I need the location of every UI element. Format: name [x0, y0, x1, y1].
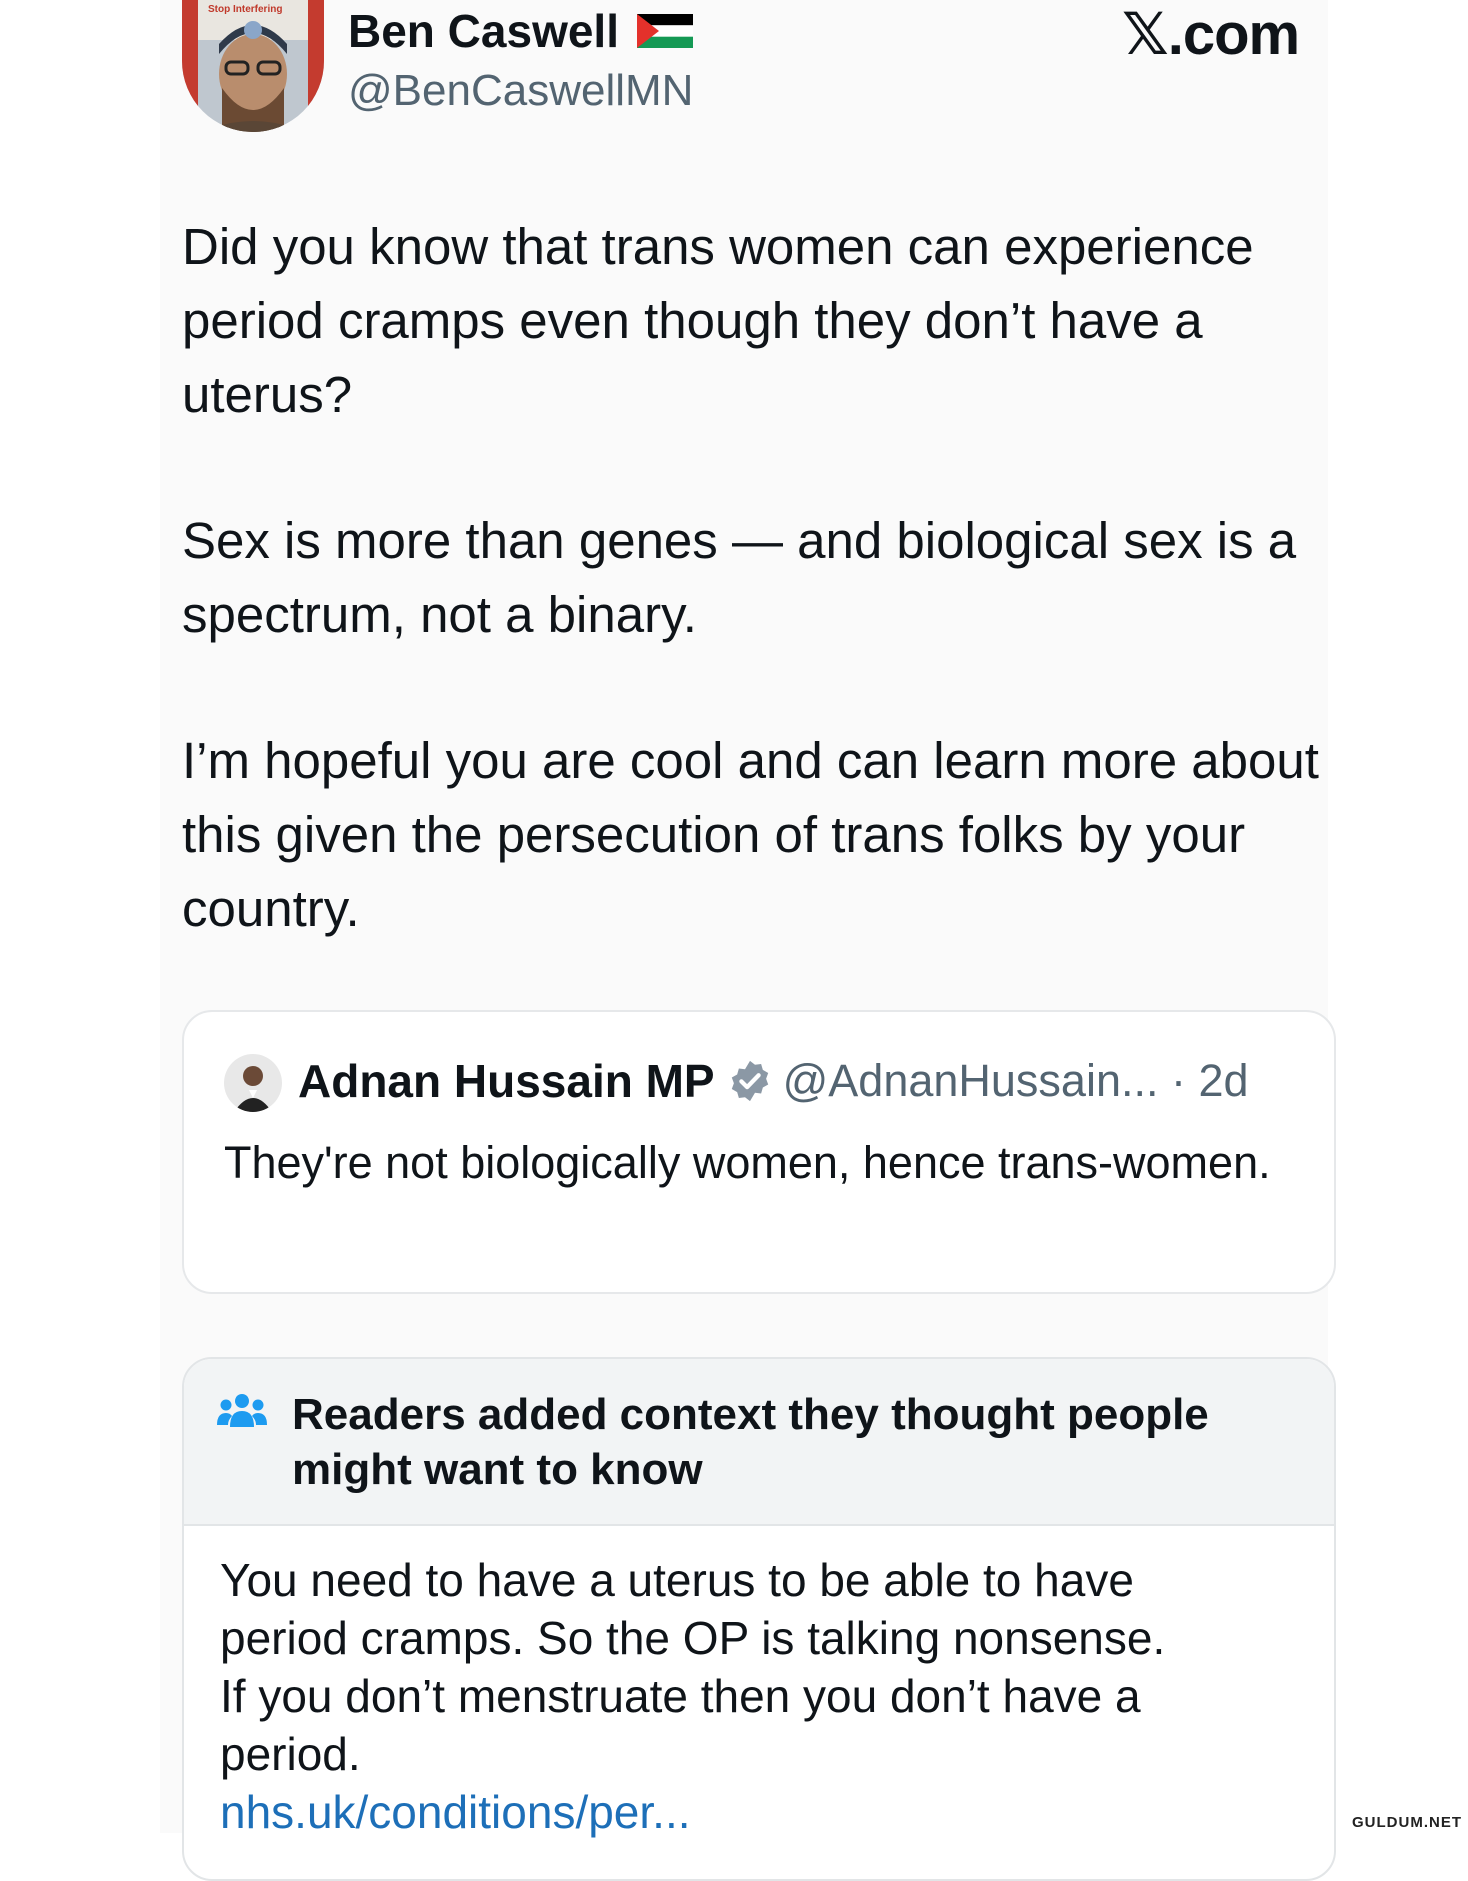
palestine-flag-icon: [637, 14, 693, 48]
site-label: 𝕏.com: [1122, 2, 1300, 67]
quoted-avatar[interactable]: [224, 1054, 282, 1112]
verified-badge-icon: [731, 1060, 768, 1102]
tweet-paragraph: Sex is more than genes — and biological …: [182, 512, 1297, 643]
watermark: GULDUM.NET: [1352, 1814, 1462, 1831]
author-name-row[interactable]: Ben Caswell: [348, 4, 693, 58]
quoted-author-name[interactable]: Adnan Hussain MP: [298, 1054, 715, 1108]
note-line: You need to have a uterus to be able to …: [220, 1554, 1134, 1606]
tweet-paragraph: Did you know that trans women can experi…: [182, 218, 1254, 423]
tweet-paragraph: I’m hopeful you are cool and can learn m…: [182, 732, 1319, 937]
community-note-body: You need to have a uterus to be able to …: [220, 1551, 1300, 1841]
author-name[interactable]: Ben Caswell: [348, 4, 619, 58]
quoted-tweet[interactable]: Adnan Hussain MP @AdnanHussain... · 2d T…: [182, 1010, 1336, 1294]
quoted-header: Adnan Hussain MP @AdnanHussain... · 2d: [298, 1054, 1249, 1108]
note-line: If you don’t menstruate then you don’t h…: [220, 1670, 1141, 1722]
author-handle[interactable]: @BenCaswellMN: [348, 66, 693, 116]
community-note-header: Readers added context they thought peopl…: [184, 1359, 1334, 1526]
avatar-sign-text: Stop Interfering: [208, 4, 282, 15]
quoted-handle-meta: @AdnanHussain... · 2d: [782, 1055, 1249, 1106]
community-note-title: Readers added context they thought peopl…: [292, 1390, 1209, 1494]
note-line: period.: [220, 1728, 361, 1780]
people-icon: [217, 1394, 267, 1427]
note-line: period cramps. So the OP is talking nons…: [220, 1612, 1166, 1664]
note-source-link[interactable]: nhs.uk/conditions/per...: [220, 1783, 1300, 1841]
tweet-text: Did you know that trans women can experi…: [182, 210, 1342, 1018]
community-note: Readers added context they thought peopl…: [182, 1357, 1336, 1881]
quoted-text: They're not biologically women, hence tr…: [224, 1137, 1271, 1188]
